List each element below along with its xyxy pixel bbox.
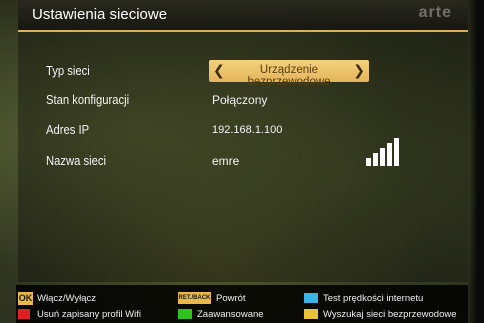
ip-address-label: Adres IP: [46, 123, 90, 137]
network-type-label: Typ sieci: [46, 64, 90, 78]
settings-panel: Typ sieci ❮ Urządzenie bezprzewodowe ❯ S…: [18, 32, 468, 282]
blue-button-icon: [304, 293, 318, 303]
network-name-value: emre: [212, 154, 240, 168]
network-type-row[interactable]: Typ sieci ❮ Urządzenie bezprzewodowe ❯: [46, 60, 446, 88]
config-state-value: Połączony: [212, 93, 268, 107]
network-type-value: Urządzenie bezprzewodowe: [247, 64, 331, 88]
signal-bar-4: [387, 143, 392, 166]
network-type-selector[interactable]: ❮ Urządzenie bezprzewodowe ❯: [209, 60, 369, 88]
config-state-row[interactable]: Stan konfiguracji Połączony: [46, 89, 446, 113]
red-button-icon: [18, 309, 30, 319]
legend-ok-label: Włącz/Wyłącz: [37, 293, 97, 304]
signal-bar-2: [373, 153, 378, 166]
config-state-label: Stan konfiguracji: [46, 93, 130, 107]
legend-green-label: Zaawansowane: [197, 309, 264, 320]
legend-yellow-label: Wyszukaj sieci bezprzewodowe: [323, 309, 457, 320]
signal-bar-3: [380, 148, 385, 166]
signal-bar-5: [394, 138, 399, 166]
channel-logo: arte: [418, 4, 452, 21]
ok-key-icon: OK: [18, 292, 33, 305]
chevron-left-icon[interactable]: ❮: [213, 62, 225, 79]
signal-bar-1: [366, 158, 371, 166]
button-legend: OK Włącz/Wyłącz Usuń zapisany profil Wif…: [16, 285, 468, 323]
network-name-label: Nazwa sieci: [46, 154, 107, 168]
page-title: Ustawienia sieciowe: [32, 6, 168, 23]
back-key-icon: RET./BACK: [178, 292, 211, 304]
ip-address-value: 192.168.1.100: [212, 124, 283, 136]
yellow-button-icon: [304, 309, 318, 319]
legend-back-label: Powrót: [216, 293, 246, 304]
legend-red-label: Usuń zapisany profil Wifi: [37, 309, 142, 320]
chevron-right-icon[interactable]: ❯: [353, 62, 365, 79]
tv-bezel: [468, 0, 484, 323]
network-name-row[interactable]: Nazwa sieci emre: [46, 138, 446, 174]
green-button-icon: [178, 309, 192, 319]
menu-header: Ustawienia sieciowe arte: [18, 0, 468, 32]
signal-strength-icon: [366, 136, 406, 166]
legend-blue-label: Test prędkości internetu: [323, 293, 424, 304]
